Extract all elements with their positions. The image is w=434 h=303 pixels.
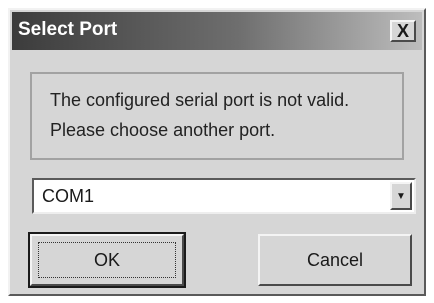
message-line-1: The configured serial port is not valid.	[50, 90, 350, 110]
focus-rectangle	[38, 242, 176, 278]
message-group-box: The configured serial port is not valid.…	[30, 72, 404, 160]
cancel-button[interactable]: Cancel	[258, 234, 412, 286]
dropdown-arrow-button[interactable]: ▼	[390, 182, 412, 210]
ok-button[interactable]: OK	[28, 232, 186, 288]
title-bar[interactable]: Select Port X	[12, 12, 422, 50]
close-icon: X	[396, 21, 409, 41]
cancel-button-label: Cancel	[306, 249, 364, 270]
chevron-down-icon: ▼	[396, 190, 406, 202]
select-port-dialog: Select Port X The configured serial port…	[8, 8, 426, 296]
port-combobox[interactable]: COM1 ▼	[32, 178, 416, 214]
close-button[interactable]: X	[390, 20, 416, 42]
dialog-title: Select Port	[18, 19, 118, 40]
message-line-2: Please choose another port.	[50, 120, 276, 140]
port-combobox-value: COM1	[42, 186, 95, 206]
